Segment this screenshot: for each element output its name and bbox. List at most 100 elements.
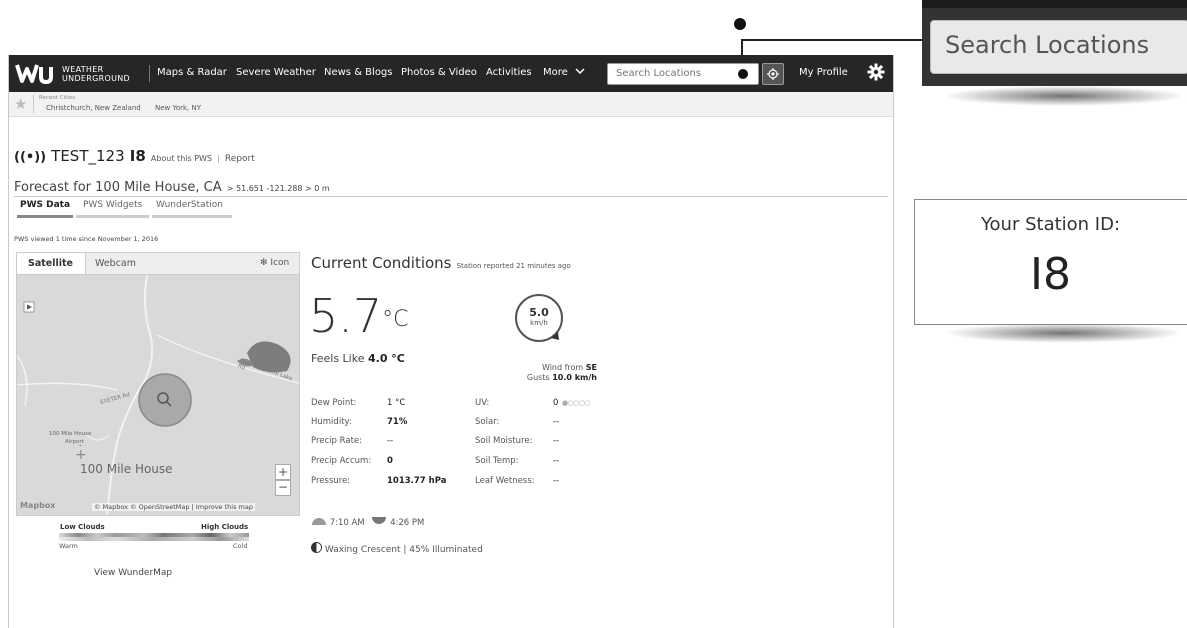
temperature-unit: °C — [382, 307, 409, 332]
link-separator: | — [217, 154, 220, 163]
chevron-down-icon — [575, 68, 585, 75]
pws-signal-icon: ((•)) — [14, 150, 47, 165]
search-locations-text: Search Locations — [945, 31, 1150, 59]
nav-photos-video[interactable]: Photos & Video — [401, 67, 477, 78]
zoom-out-button[interactable]: − — [275, 480, 291, 496]
divider — [14, 196, 888, 197]
leaf-wetness-value: -- — [553, 476, 560, 486]
icon-toggle[interactable]: ✻ Icon — [260, 258, 289, 268]
dew-point-label: Dew Point: — [311, 398, 357, 408]
temperature-value: 5.7 — [309, 289, 383, 343]
callout-connector — [741, 39, 933, 41]
my-profile-link[interactable]: My Profile — [799, 67, 848, 78]
search-input[interactable] — [614, 67, 736, 80]
zoom-in-button[interactable]: + — [275, 464, 291, 480]
crosshair-icon — [767, 68, 779, 80]
humidity-label: Humidity: — [311, 417, 352, 427]
gusts-label: Gusts — [526, 373, 550, 382]
precip-rate-label: Precip Rate: — [311, 436, 362, 446]
view-wundermap-link[interactable]: View WunderMap — [94, 568, 172, 578]
forecast-coordinates: > 51.651 -121.288 > 0 m — [226, 184, 330, 193]
recent-city-christchurch[interactable]: Christchurch, New Zealand — [46, 104, 141, 112]
weather-underground-page: WEATHER UNDERGROUND Maps & Radar Severe … — [8, 55, 894, 628]
search-box[interactable] — [607, 63, 759, 85]
gear-icon: ✻ — [260, 258, 268, 268]
search-callout: Search Locations — [922, 0, 1187, 112]
uv-label: UV: — [475, 398, 490, 408]
station-map[interactable]: + EXETER Rd Canim Hendrix Lake Rd 100 Mi… — [16, 274, 300, 516]
star-icon[interactable]: ★ — [14, 95, 27, 113]
report-time: Station reported 21 minutes ago — [456, 262, 571, 270]
map-canvas: + — [17, 275, 299, 515]
nav-divider — [149, 65, 150, 82]
tab-webcam[interactable]: Webcam — [95, 258, 136, 269]
report-link[interactable]: Report — [225, 154, 255, 164]
soil-temp-label: Soil Temp: — [475, 456, 519, 466]
legend-warm: Warm — [59, 542, 78, 550]
humidity-value: 71% — [387, 417, 408, 427]
about-pws-link[interactable]: About this PWS — [151, 154, 212, 163]
wind-speed: 5.0 — [529, 306, 549, 319]
tab-wunderstation[interactable]: WunderStation — [156, 200, 223, 210]
uv-scale-dots: ●○○○○ — [562, 399, 591, 407]
sunset-icon — [372, 517, 387, 524]
map-attribution[interactable]: © Mapbox © OpenStreetMap | Improve this … — [92, 503, 255, 511]
gear-icon[interactable] — [867, 63, 885, 81]
current-conditions-title: Current Conditions — [311, 254, 452, 272]
nav-maps-radar[interactable]: Maps & Radar — [157, 67, 227, 78]
callout-shadow — [944, 323, 1184, 343]
forecast-heading: Forecast for 100 Mile House, CA > 51.651… — [14, 176, 330, 195]
search-locations-zoom: Search Locations — [930, 20, 1187, 74]
station-id: I8 — [129, 147, 146, 165]
wind-direction: SE — [585, 363, 597, 372]
locate-button[interactable] — [762, 63, 784, 85]
map-place-label: 100 Mile House — [80, 462, 173, 476]
recent-cities-label: Recent Cities — [39, 95, 76, 101]
forecast-title[interactable]: Forecast for 100 Mile House, CA — [14, 180, 222, 195]
moon-icon — [311, 542, 322, 553]
soil-moisture-label: Soil Moisture: — [475, 436, 533, 446]
precip-rate-value: -- — [387, 436, 394, 446]
icon-toggle-label: Icon — [270, 258, 290, 268]
sun-times: 7:10 AM 4:26 PM — [311, 517, 424, 528]
recent-city-new-york[interactable]: New York, NY — [155, 104, 201, 112]
station-header: ((•)) TEST_123 I8 About this PWS | Repor… — [14, 146, 255, 165]
mapbox-logo[interactable]: Mapbox — [20, 501, 55, 510]
wind-unit: km/h — [530, 319, 548, 327]
moon-phase: Waxing Crescent | 45% Illuminated — [311, 542, 483, 555]
current-conditions-heading: Current Conditions Station reported 21 m… — [311, 253, 571, 272]
feels-like: Feels Like 4.0 °C — [311, 352, 405, 365]
callout-shadow — [942, 86, 1187, 106]
tab-pws-data[interactable]: PWS Data — [20, 200, 70, 210]
feels-like-label: Feels Like — [311, 352, 365, 365]
soil-temp-value: -- — [553, 456, 560, 466]
sunrise-time: 7:10 AM — [329, 518, 365, 528]
map-airport-label: Airport — [65, 439, 84, 445]
gusts-value: 10.0 km/h — [552, 373, 597, 382]
brand-name[interactable]: WEATHER UNDERGROUND — [62, 65, 130, 83]
top-nav: WEATHER UNDERGROUND Maps & Radar Severe … — [9, 55, 893, 92]
moon-phase-text: Waxing Crescent | 45% Illuminated — [324, 545, 483, 555]
legend-gradient — [59, 537, 249, 541]
tab-satellite[interactable]: Satellite — [17, 253, 86, 275]
tab-underline-active — [17, 215, 73, 218]
map-tabs: Satellite Webcam ✻ Icon — [16, 252, 300, 276]
divider — [33, 95, 34, 113]
nav-activities[interactable]: Activities — [486, 67, 532, 78]
pressure-label: Pressure: — [311, 476, 351, 486]
precip-accum-label: Precip Accum: — [311, 456, 372, 466]
tab-pws-widgets[interactable]: PWS Widgets — [83, 200, 142, 210]
sunrise-icon — [312, 518, 326, 525]
legend-cold: Cold — [233, 542, 248, 550]
nav-severe-weather[interactable]: Severe Weather — [236, 67, 316, 78]
wind-dial: 5.0 km/h — [513, 292, 565, 344]
station-id-callout-label: Your Station ID: — [980, 214, 1121, 235]
map-crosshair-marker: + — [75, 447, 87, 463]
wind-from-label: Wind from — [541, 363, 584, 372]
station-id-callout-value: I8 — [1030, 249, 1071, 300]
leaf-wetness-label: Leaf Wetness: — [475, 476, 535, 486]
nav-news-blogs[interactable]: News & Blogs — [324, 67, 393, 78]
tab-underline — [76, 215, 149, 218]
wu-logo-icon[interactable] — [15, 61, 59, 85]
nav-more[interactable]: More — [543, 67, 585, 78]
